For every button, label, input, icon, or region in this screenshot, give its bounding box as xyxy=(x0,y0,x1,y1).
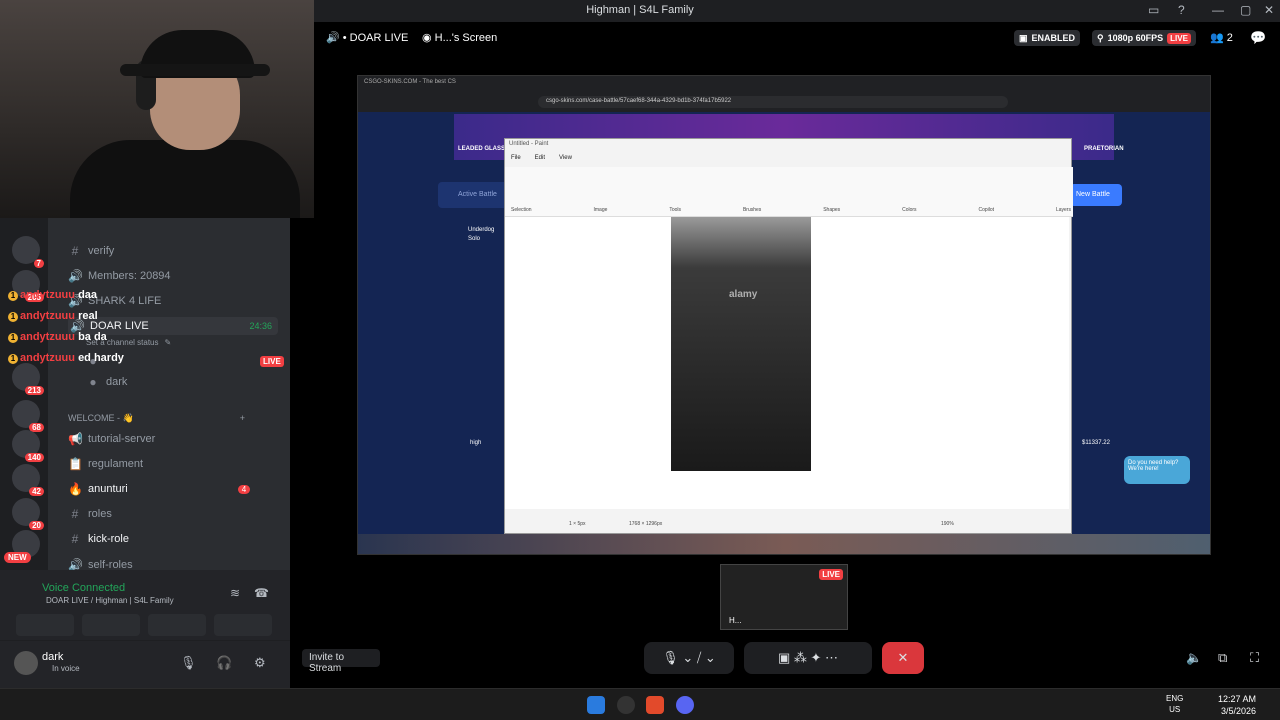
live-badge: LIVE xyxy=(260,355,284,367)
category-welcome[interactable]: WELCOME - 👋 + xyxy=(68,409,245,427)
inbox-icon[interactable]: ▭ xyxy=(1148,3,1159,17)
share-activity-buttons[interactable]: ▣ ⁂ ✦ ⋯ xyxy=(744,642,872,674)
user-panel: dark In voice 🎙 🎧 ⚙ xyxy=(0,640,290,688)
windows-taskbar: ENG US 12:27 AM 3/5/2026 xyxy=(0,688,1280,720)
chat-icon[interactable]: 💬 xyxy=(1250,30,1266,46)
server-icon[interactable]: 140 xyxy=(12,430,44,462)
soundboard-button[interactable] xyxy=(214,614,272,636)
url-bar: csgo-skins.com/case-battle/57caef68-344a… xyxy=(538,96,1008,108)
server-icon[interactable]: 213 xyxy=(12,363,44,395)
stream-view[interactable]: CSGO-SKINS.COM - The best CS csgo-skins.… xyxy=(357,75,1211,555)
close-button[interactable]: ✕ xyxy=(1264,3,1274,17)
quality-badge: ⚲ 1080p 60FPS LIVE xyxy=(1092,30,1196,46)
unread-badge: 4 xyxy=(237,484,251,494)
popout-icon[interactable]: ⧉ xyxy=(1218,650,1227,666)
tab-screen[interactable]: ◉ H...'s Screen xyxy=(422,31,497,44)
stream-header: 🔊 • DOAR LIVE ◉ H...'s Screen ▣ ENABLED … xyxy=(314,22,1280,54)
server-icon[interactable]: 20 xyxy=(12,498,44,530)
server-icon[interactable]: 7 xyxy=(12,236,44,268)
avatar[interactable] xyxy=(14,651,38,675)
browser-icon[interactable] xyxy=(646,696,664,714)
maximize-button[interactable]: ▢ xyxy=(1240,3,1251,17)
server-icon[interactable]: 42 xyxy=(12,464,44,496)
chat-message: 1 andytzuuu real xyxy=(8,310,98,322)
username: dark xyxy=(42,651,64,663)
rules-icon: 📋 xyxy=(68,457,83,471)
help-icon[interactable]: ? xyxy=(1178,3,1185,17)
start-icon[interactable] xyxy=(587,696,605,714)
speaker-icon: 🔊 xyxy=(68,269,83,283)
mic-icon[interactable]: 🎙 xyxy=(180,655,197,671)
disconnect-icon[interactable]: ☎ xyxy=(254,586,269,600)
server-icon[interactable]: 68 xyxy=(12,400,44,432)
announcement-icon: 📢 xyxy=(68,432,83,446)
voice-user-dark[interactable]: ● dark xyxy=(86,373,127,391)
paint-ribbon: Selection Image Tools Brushes Shapes Colors Co… xyxy=(505,167,1073,217)
browser-bar: CSGO-SKINS.COM - The best CS csgo-skins.… xyxy=(358,76,1210,112)
pasted-photo: alamy xyxy=(671,217,811,471)
new-badge: NEW xyxy=(4,552,31,563)
mic-button[interactable]: 🎙 ⌄ ⧸ ⌄ xyxy=(644,642,734,674)
chat-message: 1 andytzuuu daa xyxy=(8,289,97,301)
leave-call-button[interactable]: ✕ xyxy=(882,642,924,674)
stream-thumbnail[interactable]: LIVE H... xyxy=(720,564,848,630)
voice-status: Voice Connected xyxy=(42,582,126,594)
channel-kick-role[interactable]: # kick-role xyxy=(68,530,129,548)
clock[interactable]: 12:27 AM 3/5/2026 xyxy=(1218,693,1256,717)
hash-icon: # xyxy=(71,532,79,546)
enabled-badge: ▣ ENABLED xyxy=(1014,30,1081,46)
fire-icon: 🔥 xyxy=(68,482,83,496)
screenshare-button[interactable] xyxy=(82,614,140,636)
call-controls: Invite to Stream LIVE H... 🎙 ⌄ ⧸ ⌄ ▣ ⁂ ✦… xyxy=(290,564,1280,688)
channel-verify[interactable]: # verify xyxy=(68,242,115,260)
paint-window: Untitled - Paint File Edit View Selection I… xyxy=(504,138,1073,534)
voice-timer: 24:36 xyxy=(249,321,272,331)
hash-icon: # xyxy=(71,507,79,521)
noise-icon[interactable]: ≋ xyxy=(230,586,240,600)
chat-message: 1 andytzuuu ed hardy xyxy=(8,352,124,364)
fullscreen-icon[interactable]: ⛶ xyxy=(1250,650,1259,666)
settings-icon[interactable]: ⚙ xyxy=(254,655,266,671)
discord-icon[interactable] xyxy=(676,696,694,714)
tab-doar-live[interactable]: 🔊 • DOAR LIVE xyxy=(326,31,408,44)
language-indicator[interactable]: ENG US xyxy=(1166,693,1183,715)
streamed-taskbar xyxy=(358,534,1210,554)
channel-tutorial[interactable]: 📢 tutorial-server xyxy=(68,430,155,448)
activity-button[interactable] xyxy=(148,614,206,636)
invite-to-stream-button[interactable]: Invite to Stream xyxy=(302,649,380,674)
avatar: ● xyxy=(89,375,97,389)
browser-tab: CSGO-SKINS.COM - The best CS xyxy=(364,79,456,85)
channel-members[interactable]: 🔊 Members: 20894 xyxy=(68,267,171,285)
chat-message: 1 andytzuuu ba da xyxy=(8,331,107,343)
minimize-button[interactable]: — xyxy=(1212,3,1224,17)
headphones-icon[interactable]: 🎧 xyxy=(216,655,232,671)
voice-panel: Voice Connected DOAR LIVE / Highman | S4… xyxy=(0,570,290,640)
camera-button[interactable] xyxy=(16,614,74,636)
hash-icon: # xyxy=(71,244,79,258)
voice-channel[interactable]: DOAR LIVE / Highman | S4L Family xyxy=(46,596,174,605)
webcam-feed xyxy=(0,0,314,218)
app-icon[interactable] xyxy=(617,696,635,714)
paint-canvas: alamy xyxy=(505,217,1069,509)
user-status: In voice xyxy=(52,664,80,673)
channel-roles[interactable]: # roles xyxy=(68,505,112,523)
channel-anunturi[interactable]: 🔥 anunturi 4 xyxy=(68,480,251,498)
volume-icon[interactable]: 🔈 xyxy=(1186,650,1202,666)
channel-regulament[interactable]: 📋 regulament xyxy=(68,455,143,473)
viewer-count[interactable]: 👥 2 xyxy=(1210,31,1233,44)
